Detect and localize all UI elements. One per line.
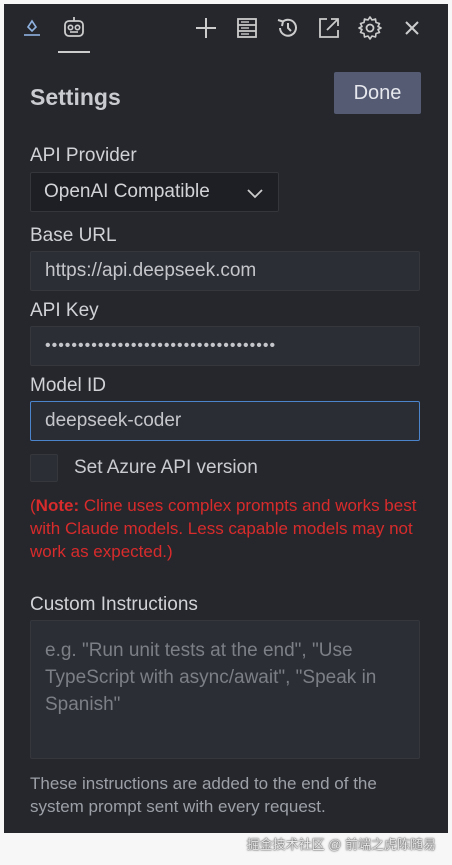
close-icon[interactable] — [398, 14, 426, 42]
azure-api-version-checkbox[interactable] — [30, 454, 58, 482]
azure-api-version-label[interactable]: Set Azure API version — [74, 457, 258, 479]
base-url-label: Base URL — [30, 225, 117, 246]
gear-icon[interactable] — [356, 14, 384, 42]
chevron-down-icon — [246, 184, 264, 208]
model-id-value: deepseek-coder — [45, 410, 182, 431]
api-provider-select[interactable]: OpenAI Compatible — [30, 172, 279, 212]
api-key-value: ••••••••••••••••••••••••••••••••••• — [45, 337, 277, 354]
base-url-field[interactable]: https://api.deepseek.com — [30, 251, 420, 291]
watermark: 掘金技术社区 @ 前端之虎陈随易 — [246, 837, 436, 852]
active-tab-indicator — [58, 51, 90, 53]
api-provider-value: OpenAI Compatible — [44, 181, 210, 202]
popout-icon[interactable] — [315, 14, 343, 42]
settings-panel: Settings Done API Provider OpenAI Compat… — [4, 4, 448, 833]
done-button[interactable]: Done — [334, 72, 421, 114]
api-key-field[interactable]: ••••••••••••••••••••••••••••••••••• — [30, 326, 420, 366]
history-icon[interactable] — [274, 14, 302, 42]
note-bold: Note: — [35, 496, 80, 515]
toolbar — [4, 4, 448, 53]
page-title: Settings — [30, 84, 121, 110]
custom-instructions-help: These instructions are added to the end … — [30, 774, 377, 816]
model-id-label: Model ID — [30, 375, 107, 396]
api-provider-label: API Provider — [30, 145, 137, 166]
server-icon[interactable] — [233, 14, 261, 42]
custom-instructions-label: Custom Instructions — [30, 594, 198, 615]
base-url-value: https://api.deepseek.com — [45, 260, 257, 281]
chat-icon[interactable] — [18, 14, 46, 42]
robot-icon[interactable] — [60, 14, 88, 42]
custom-instructions-textarea[interactable]: e.g. "Run unit tests at the end", "Use T… — [30, 620, 420, 759]
model-warning-note: (Note: Cline uses complex prompts and wo… — [30, 494, 425, 563]
plus-icon[interactable] — [192, 14, 220, 42]
model-id-field[interactable]: deepseek-coder — [30, 401, 420, 441]
note-text: Cline uses complex prompts and works bes… — [30, 496, 417, 561]
api-key-label: API Key — [30, 300, 99, 321]
